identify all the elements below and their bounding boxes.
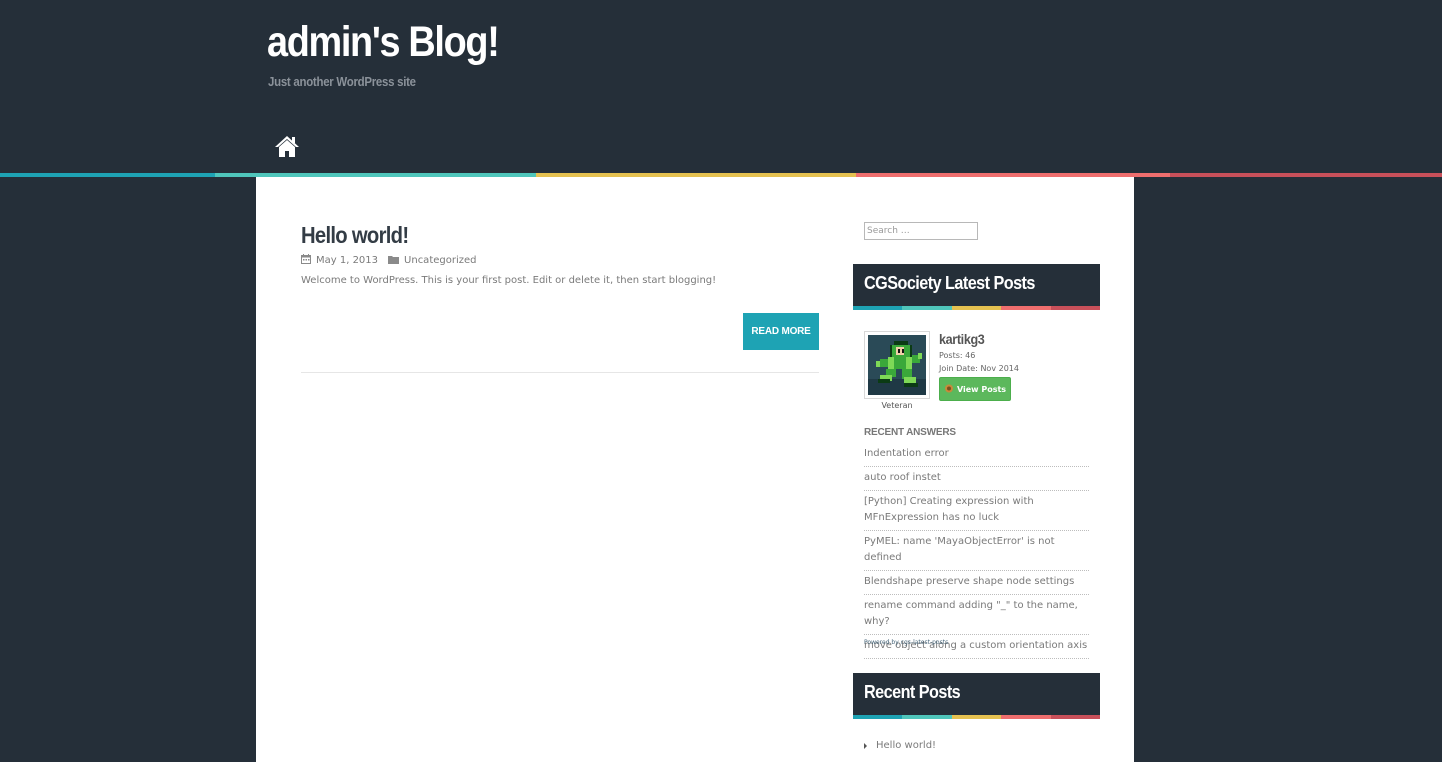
search-input[interactable] (864, 222, 978, 240)
post-divider (301, 372, 819, 373)
site-title[interactable]: admin's Blog! (267, 18, 500, 67)
view-posts-label: View Posts (956, 384, 1007, 394)
post-date[interactable]: May 1, 2013 (316, 255, 378, 266)
folder-icon (388, 255, 400, 267)
content-area: Hello world! May 1, 2013 Uncategorized W… (256, 177, 1134, 762)
view-posts-button[interactable]: View Posts (939, 377, 1011, 401)
answer-link[interactable]: Indentation error (864, 443, 1089, 467)
answer-link[interactable]: [Python] Creating expression with MFnExp… (864, 491, 1089, 531)
recent-post-item[interactable]: Hello world! (864, 740, 936, 751)
post-excerpt: Welcome to WordPress. This is your first… (301, 275, 717, 286)
cgsociety-widget-header: CGSociety Latest Posts (853, 264, 1101, 310)
widget-title: Recent Posts (864, 682, 961, 702)
user-join-date: Join Date: Nov 2014 (939, 364, 1019, 373)
recent-posts-widget-header: Recent Posts (853, 673, 1101, 719)
recent-post-link[interactable]: Hello world! (876, 740, 936, 751)
user-post-count: Posts: 46 (939, 351, 976, 360)
user-rank: Veteran (881, 401, 913, 410)
home-nav-link[interactable] (274, 135, 300, 159)
post-meta: May 1, 2013 Uncategorized (301, 254, 477, 267)
recent-posts-list: Hello world! (864, 740, 936, 751)
widget-color-stripe (853, 306, 1101, 310)
caret-right-icon (864, 742, 867, 749)
answer-link[interactable]: auto roof instet (864, 467, 1089, 491)
avatar[interactable] (864, 331, 930, 399)
widget-color-stripe (853, 715, 1101, 719)
home-icon (275, 136, 299, 157)
answer-link[interactable]: Blendshape preserve shape node settings (864, 571, 1089, 595)
post-title[interactable]: Hello world! (301, 222, 409, 249)
widget-title: CGSociety Latest Posts (864, 273, 1035, 293)
recent-answers-list: Indentation error auto roof instet [Pyth… (864, 443, 1089, 659)
answer-link[interactable]: rename command adding "_" to the name, w… (864, 595, 1089, 635)
recent-answers-heading: RECENT ANSWERS (864, 427, 956, 438)
site-tagline: Just another WordPress site (268, 74, 416, 89)
calendar-icon (301, 254, 311, 267)
powered-by-link[interactable]: Powered by cgs-latest-posts (864, 639, 948, 646)
answer-link[interactable]: PyMEL: name 'MayaObjectError' is not def… (864, 531, 1089, 571)
user-name[interactable]: kartikg3 (939, 331, 985, 347)
megaman-avatar-image (868, 335, 926, 395)
post-category[interactable]: Uncategorized (404, 255, 476, 266)
read-more-button[interactable]: READ MORE (743, 313, 819, 350)
posts-icon (944, 384, 954, 395)
